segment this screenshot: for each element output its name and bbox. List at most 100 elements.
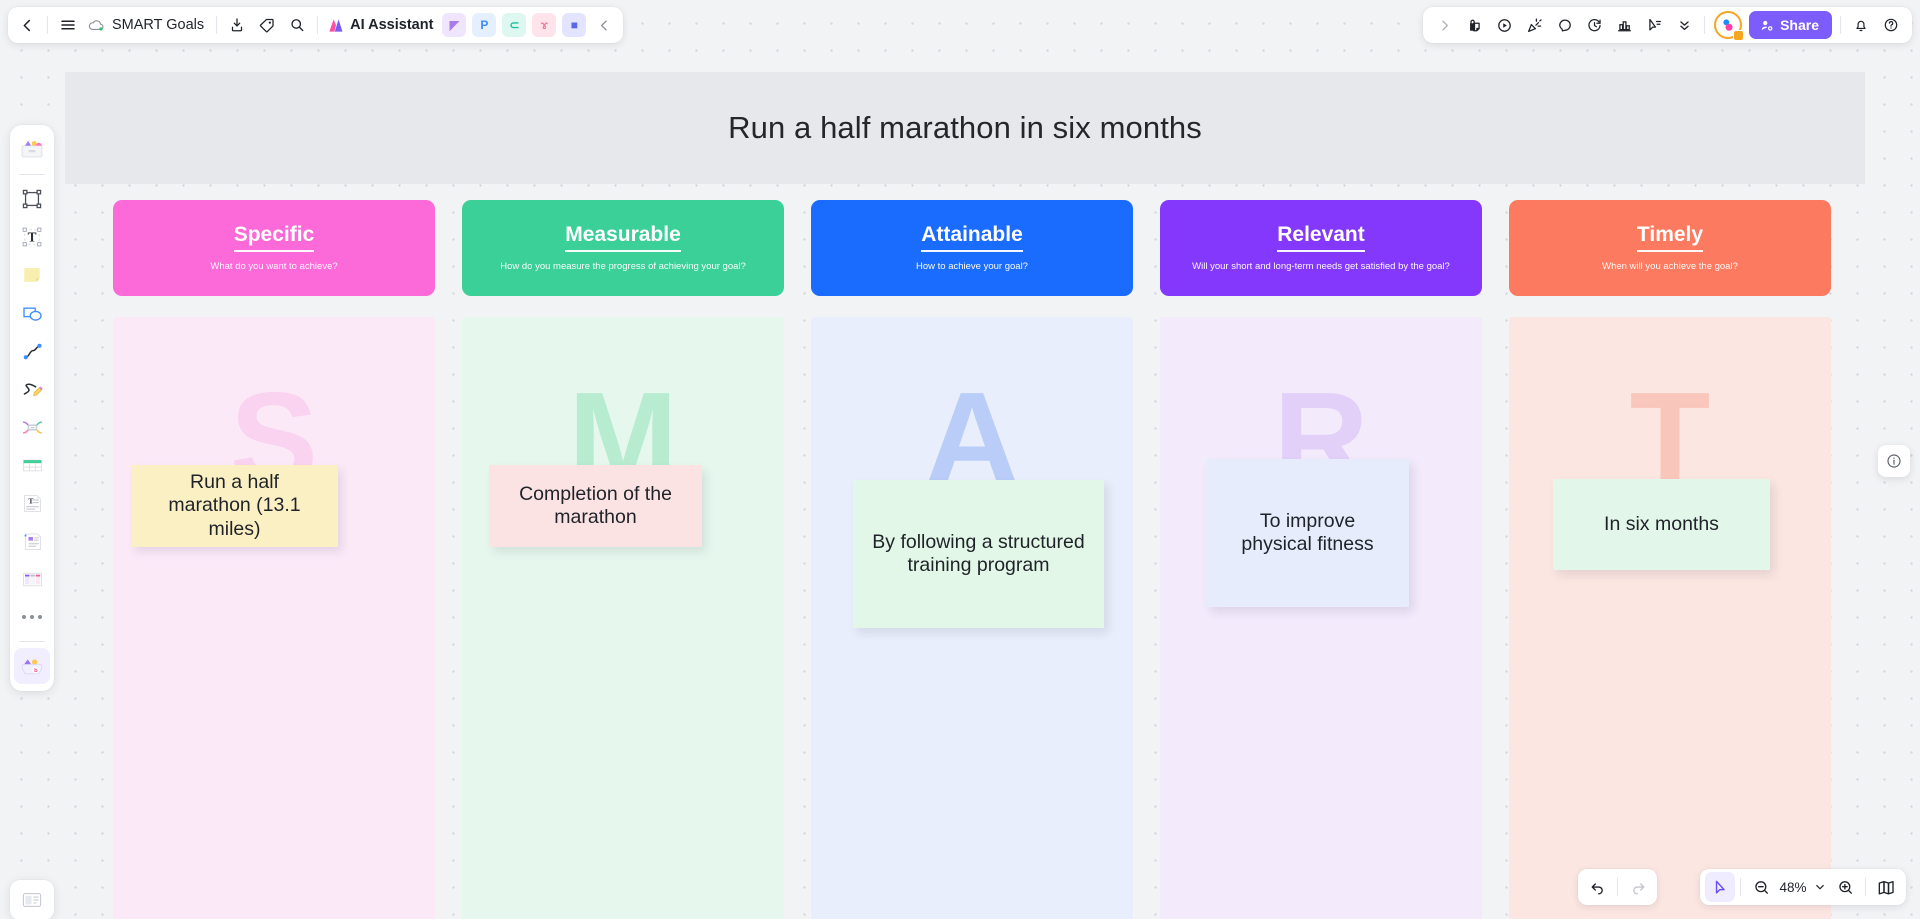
column-header-specific[interactable]: Specific What do you want to achieve?	[113, 200, 435, 296]
sidebar-item-connector[interactable]	[14, 333, 50, 369]
sidebar-item-mindmap[interactable]	[14, 409, 50, 445]
collapse-apps-button[interactable]	[589, 10, 619, 40]
celebrate-icon[interactable]	[1519, 10, 1549, 40]
sticky-note-measurable[interactable]: Completion of the marathon	[489, 465, 702, 547]
share-button[interactable]: Share	[1749, 11, 1832, 39]
column-header-attainable[interactable]: Attainable How to achieve your goal?	[811, 200, 1133, 296]
share-person-icon	[1759, 18, 1774, 33]
column-title: Attainable	[921, 224, 1023, 252]
mindmap-app[interactable]: ⊂	[502, 13, 527, 37]
column-subtitle: What do you want to achieve?	[210, 260, 338, 272]
sidebar-item-ai-template[interactable]: b	[14, 648, 50, 684]
svg-text:T: T	[28, 230, 37, 245]
sidebar-item-table[interactable]	[14, 447, 50, 483]
column-subtitle: When will you achieve the goal?	[1602, 260, 1738, 272]
menu-button[interactable]	[53, 10, 83, 40]
image-app[interactable]: ◤	[442, 13, 467, 37]
column-header-timely[interactable]: Timely When will you achieve the goal?	[1509, 200, 1831, 296]
sticky-note-relevant[interactable]: To improve physical fitness	[1206, 459, 1409, 607]
zoom-level-value[interactable]: 48%	[1776, 880, 1810, 895]
help-icon[interactable]	[1876, 10, 1906, 40]
divider	[1865, 878, 1866, 896]
comment-app[interactable]: ■	[562, 13, 587, 37]
board-canvas[interactable]: Run a half marathon in six months Specif…	[0, 0, 1920, 919]
sticky-note-lock-icon[interactable]	[1459, 10, 1489, 40]
zoom-in-button[interactable]	[1830, 872, 1860, 902]
board-title-frame[interactable]: Run a half marathon in six months	[65, 72, 1865, 184]
smart-column-timely: Timely When will you achieve the goal? T In…	[1509, 200, 1831, 919]
svg-text:b: b	[34, 668, 38, 674]
tag-icon[interactable]	[252, 10, 282, 40]
divider	[1740, 878, 1741, 896]
sidebar-item-kanban[interactable]	[14, 561, 50, 597]
timer-icon[interactable]	[1579, 10, 1609, 40]
sidebar-item-frame[interactable]	[14, 181, 50, 217]
column-body-attainable[interactable]: A By following a structured training prog…	[811, 317, 1133, 919]
smart-column-measurable: Measurable How do you measure the progres…	[462, 200, 784, 919]
minimap-button[interactable]	[1871, 872, 1901, 902]
svg-text:T: T	[28, 496, 33, 505]
divider	[19, 174, 45, 175]
avatar[interactable]	[1714, 11, 1745, 41]
back-button[interactable]	[12, 10, 42, 40]
column-body-specific[interactable]: S Run a half marathon (13.1 miles)	[113, 317, 435, 919]
document-name[interactable]: SMART Goals	[83, 10, 211, 40]
sidebar-item-pen[interactable]	[14, 371, 50, 407]
smart-column-relevant: Relevant Will your short and long-term ne…	[1160, 200, 1482, 919]
divider	[1840, 16, 1841, 34]
column-body-timely[interactable]: T In six months	[1509, 317, 1831, 919]
smart-column-attainable: Attainable How to achieve your goal? A By f…	[811, 200, 1133, 919]
zoom-out-button[interactable]	[1746, 872, 1776, 902]
avatar-status-badge	[1733, 30, 1745, 41]
column-title: Timely	[1636, 224, 1704, 252]
column-header-measurable[interactable]: Measurable How do you measure the progres…	[462, 200, 784, 296]
sidebar-item-shape[interactable]	[14, 295, 50, 331]
expand-toolbar-button[interactable]	[1429, 10, 1459, 40]
flowchart-app[interactable]: ɤ	[532, 13, 557, 37]
play-icon[interactable]	[1489, 10, 1519, 40]
app-chip-group: ◤ P ⊂ ɤ ■	[439, 13, 589, 37]
board-title: Run a half marathon in six months	[728, 110, 1202, 145]
redo-button[interactable]	[1623, 872, 1653, 902]
chevron-down-icon[interactable]	[1810, 872, 1830, 902]
column-body-relevant[interactable]: R To improve physical fitness	[1160, 317, 1482, 919]
column-title: Specific	[233, 224, 315, 252]
column-subtitle: How to achieve your goal?	[916, 260, 1028, 272]
presentation-app[interactable]: P	[472, 13, 497, 37]
sidebar-item-text[interactable]: T	[14, 219, 50, 255]
smart-columns: Specific What do you want to achieve? S Run…	[113, 200, 1831, 919]
share-label: Share	[1780, 17, 1819, 33]
vote-icon[interactable]	[1609, 10, 1639, 40]
ai-sparkle-icon	[326, 17, 345, 34]
widget-tool-button[interactable]	[10, 880, 54, 919]
sticky-note-attainable[interactable]: By following a structured training progr…	[853, 480, 1104, 628]
more-tools-button[interactable]	[14, 599, 50, 635]
chevron-double-down-icon[interactable]	[1669, 10, 1699, 40]
top-left-toolbar: SMART Goals AI Assistant ◤ P ⊂ ɤ ■	[8, 7, 624, 43]
sticky-note-specific[interactable]: Run a half marathon (13.1 miles)	[131, 465, 338, 547]
sidebar-item-sticky-note[interactable]	[14, 257, 50, 293]
comment-icon[interactable]	[1549, 10, 1579, 40]
column-subtitle: Will your short and long-term needs get …	[1192, 260, 1450, 272]
info-panel-toggle[interactable]	[1878, 445, 1910, 477]
sidebar-item-templates[interactable]	[14, 132, 50, 168]
divider	[19, 641, 45, 642]
history-toolbar	[1578, 869, 1657, 905]
notification-bell-icon[interactable]	[1846, 10, 1876, 40]
column-body-measurable[interactable]: M Completion of the marathon	[462, 317, 784, 919]
download-icon[interactable]	[222, 10, 252, 40]
ai-assistant-button[interactable]: AI Assistant	[323, 10, 439, 40]
divider	[47, 16, 48, 34]
sidebar-item-card[interactable]	[14, 523, 50, 559]
sticky-note-timely[interactable]: In six months	[1553, 479, 1770, 570]
sidebar-item-document[interactable]: T	[14, 485, 50, 521]
cursor-flag-icon[interactable]	[1639, 10, 1669, 40]
pointer-tool-button[interactable]	[1705, 872, 1735, 902]
divider	[216, 16, 218, 34]
top-right-toolbar: Share	[1423, 7, 1912, 43]
zoom-toolbar: 48%	[1700, 869, 1906, 905]
ellipsis-icon	[22, 615, 42, 619]
undo-button[interactable]	[1582, 872, 1612, 902]
column-header-relevant[interactable]: Relevant Will your short and long-term ne…	[1160, 200, 1482, 296]
search-icon[interactable]	[282, 10, 312, 40]
